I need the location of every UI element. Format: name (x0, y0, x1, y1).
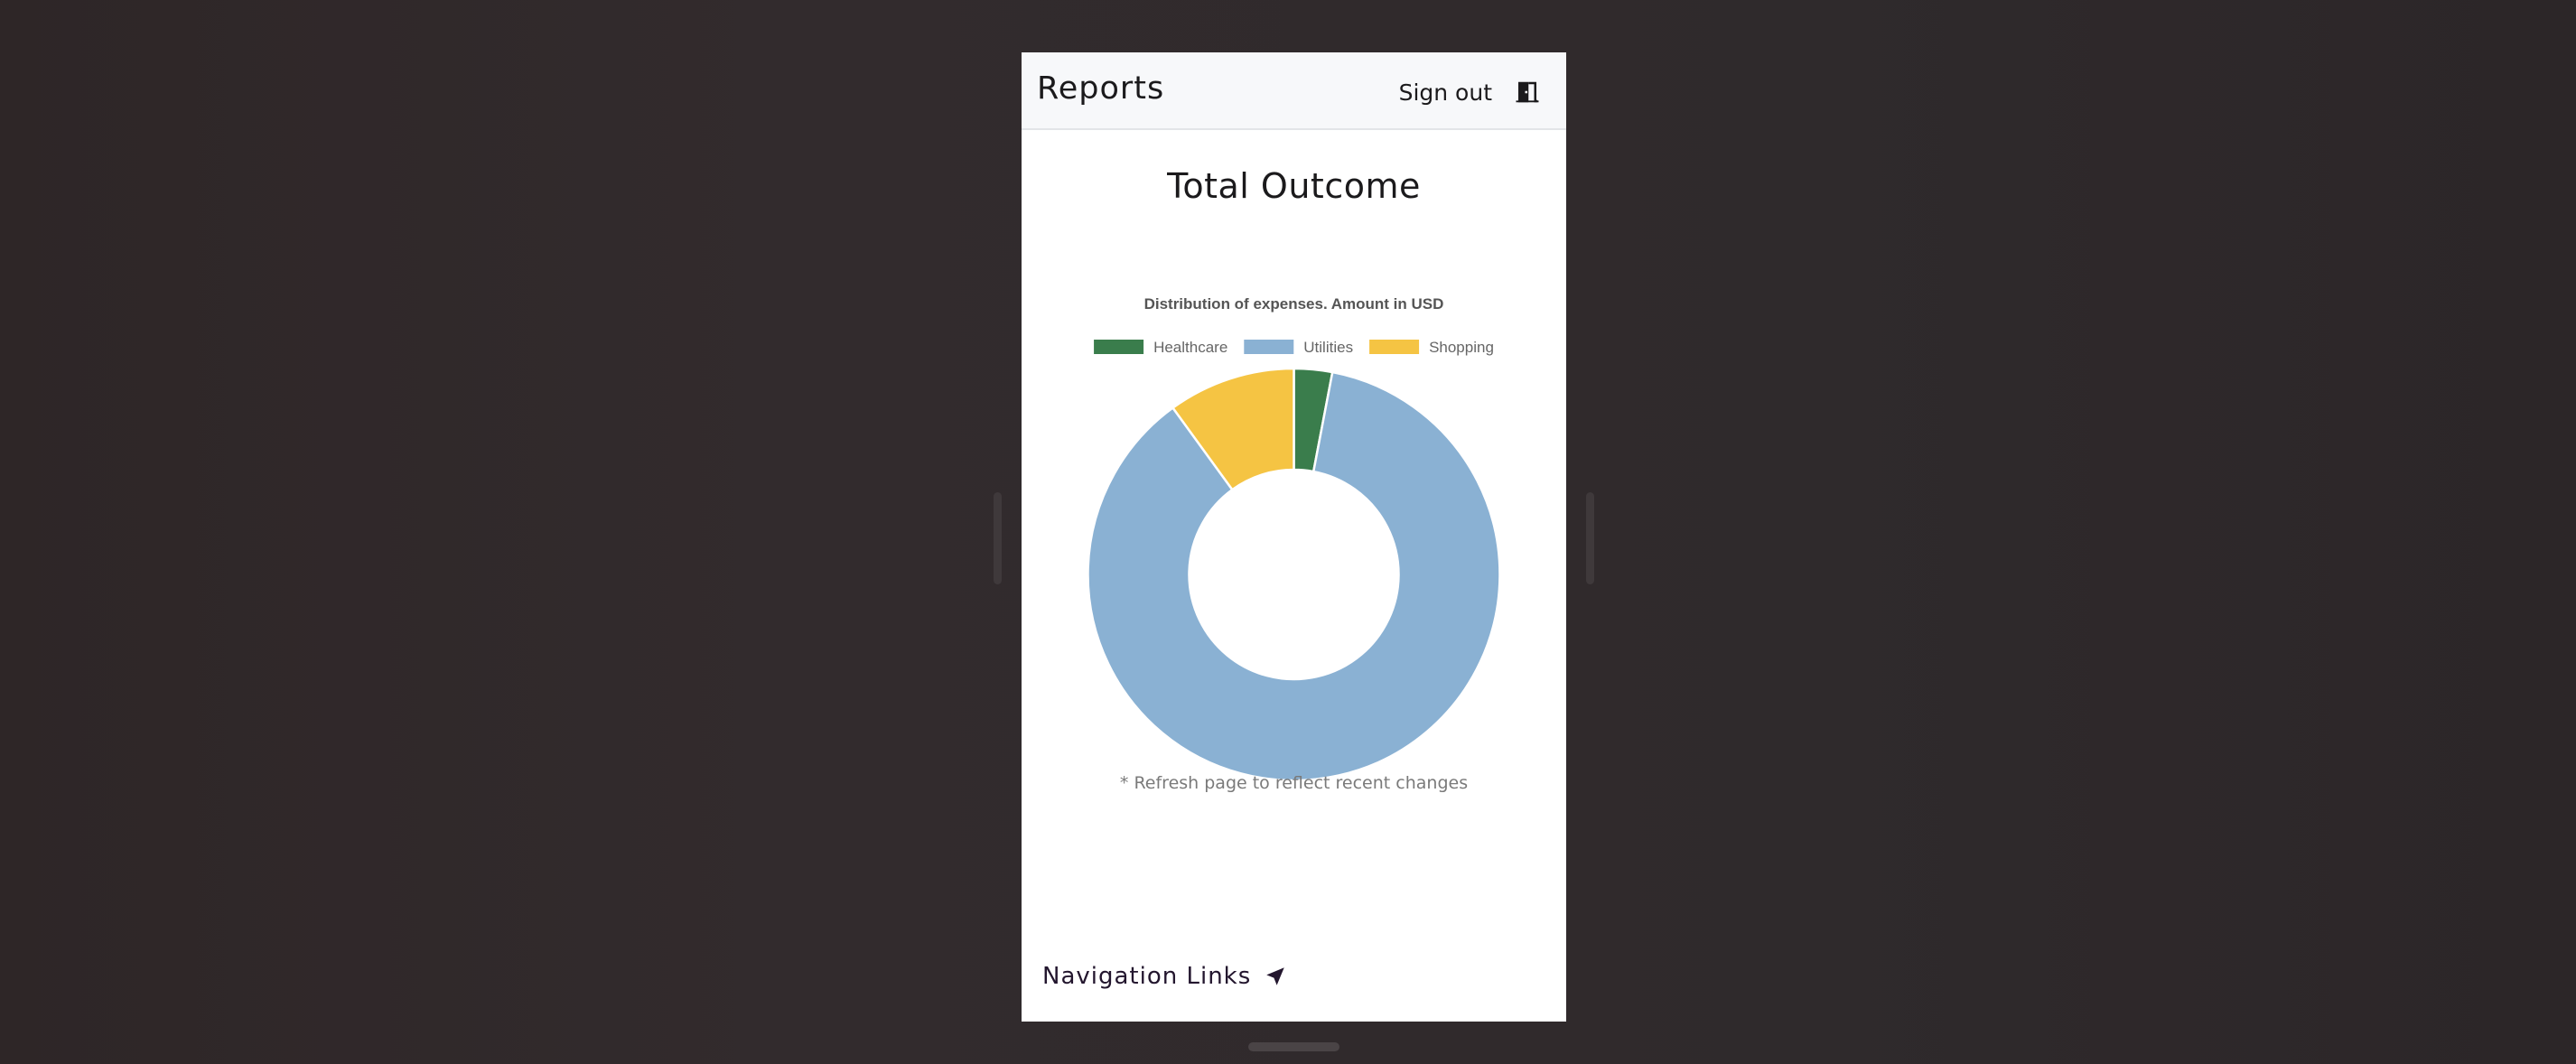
navigation-links-label: Navigation Links (1042, 963, 1252, 990)
legend-label-shopping: Shopping (1429, 339, 1494, 356)
page-title: Reports (1037, 70, 1165, 107)
left-resize-handle[interactable] (994, 492, 1002, 584)
navigation-links-button[interactable]: Navigation Links (1042, 958, 1287, 994)
navigation-arrow-icon (1266, 967, 1285, 985)
sign-out-button[interactable]: Sign out (1399, 76, 1541, 108)
donut-chart: Distribution of expenses. Amount in USD … (1087, 295, 1501, 782)
chart-subtitle: Distribution of expenses. Amount in USD (1144, 295, 1444, 313)
legend-swatch-shopping (1369, 340, 1420, 354)
legend-item-healthcare[interactable]: Healthcare (1094, 339, 1227, 356)
app-window: Reports Sign out Total Outcome Distribut… (1022, 52, 1566, 1022)
chart-slices (1087, 367, 1501, 782)
app-header: Reports Sign out (1022, 52, 1566, 130)
right-resize-handle[interactable] (1586, 492, 1594, 584)
chart-legend: Healthcare Utilities Shopping (1094, 339, 1494, 356)
legend-swatch-healthcare (1094, 340, 1144, 354)
report-title: Total Outcome (1167, 166, 1421, 206)
sign-out-label: Sign out (1398, 79, 1492, 106)
legend-label-healthcare: Healthcare (1153, 339, 1227, 356)
refresh-footnote: * Refresh page to reflect recent changes (1119, 773, 1469, 793)
legend-item-shopping[interactable]: Shopping (1369, 339, 1494, 356)
door-exit-icon (1516, 81, 1539, 103)
legend-swatch-utilities (1244, 340, 1294, 354)
bottom-resize-handle[interactable] (1248, 1042, 1339, 1051)
legend-label-utilities: Utilities (1303, 339, 1353, 356)
legend-item-utilities[interactable]: Utilities (1244, 339, 1353, 356)
